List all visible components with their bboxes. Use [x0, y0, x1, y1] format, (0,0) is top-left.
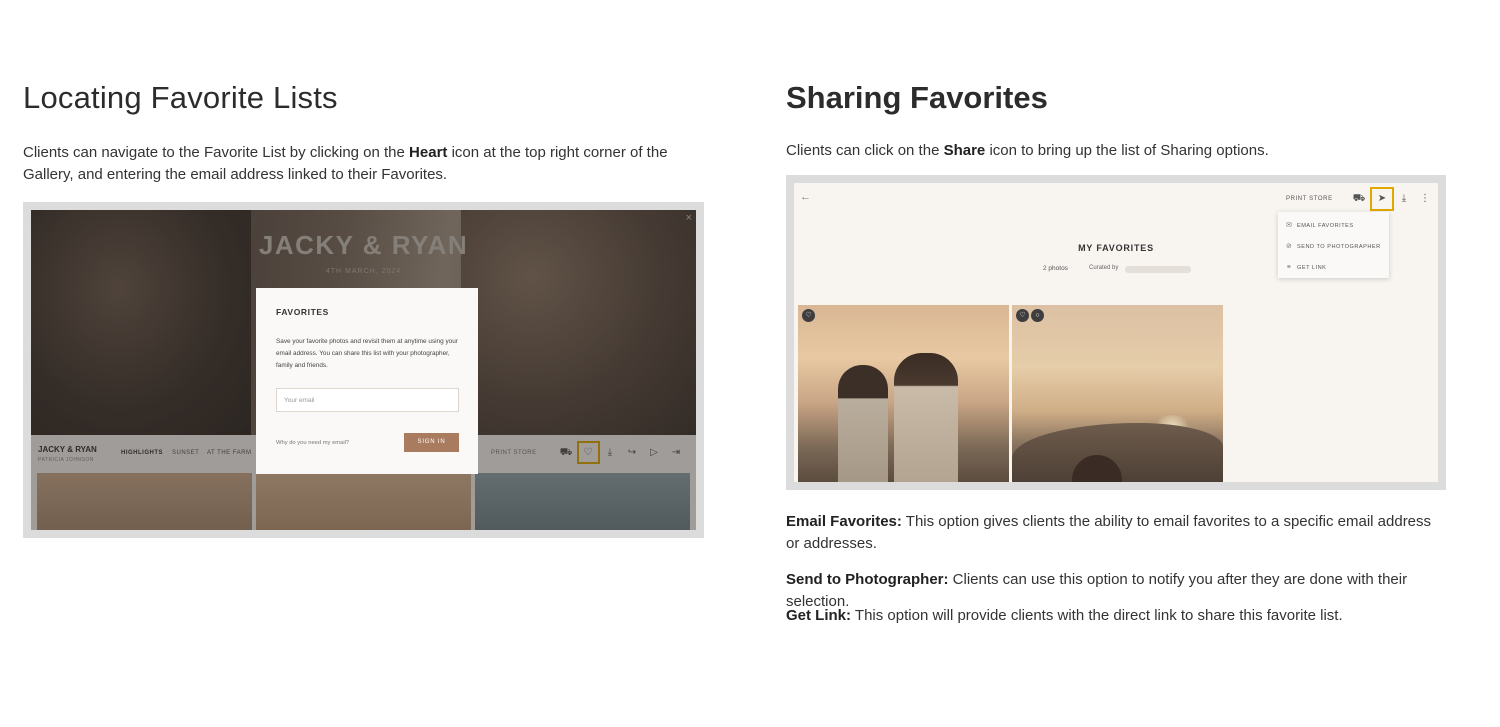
sign-in-button[interactable]: SIGN IN — [404, 433, 459, 452]
comment-icon[interactable]: ○ — [1031, 309, 1044, 322]
menu-item-send-to-photographer[interactable]: ⊘ SEND TO PHOTOGRAPHER — [1286, 242, 1381, 250]
photo-person — [838, 365, 888, 482]
option-email-favorites: Email Favorites: This option gives clien… — [786, 511, 1446, 555]
right-para-text-1: Clients can click on the — [786, 142, 944, 159]
download-icon[interactable]: ⤓ — [1397, 192, 1411, 206]
option-text: This option will provide clients with th… — [851, 607, 1343, 624]
right-heading: Sharing Favorites — [786, 80, 1048, 115]
back-icon[interactable]: ← — [800, 191, 811, 203]
menu-item-label: GET LINK — [1297, 265, 1327, 271]
photo-count: 2 photos — [1043, 265, 1068, 272]
option-label: Get Link: — [786, 607, 852, 624]
favorites-modal: FAVORITES Save your favorite photos and … — [256, 288, 478, 474]
photo-person — [894, 353, 958, 482]
modal-title: FAVORITES — [276, 307, 329, 317]
favorites-signin-screenshot: JACKY & RYAN 4TH MARCH, 2024 × JACKY & R… — [23, 202, 704, 538]
modal-text: Save your favorite photos and revisit th… — [276, 338, 458, 369]
share-dropdown: ✉ EMAIL FAVORITES ⊘ SEND TO PHOTOGRAPHER ⚭… — [1278, 212, 1389, 278]
cart-icon[interactable]: ⛟ — [1352, 192, 1366, 206]
left-para-bold: Heart — [409, 144, 448, 161]
right-para-bold: Share — [943, 142, 986, 159]
heart-icon[interactable]: ♡ — [1016, 309, 1029, 322]
heart-icon[interactable]: ♡ — [802, 309, 815, 322]
why-email-link[interactable]: Why do you need my email? — [276, 440, 349, 446]
curator-email-blurred — [1125, 266, 1191, 273]
menu-item-get-link[interactable]: ⚭ GET LINK — [1286, 263, 1326, 271]
sharing-favorites-screenshot: ← PRINT STORE ⛟ ➤ ⤓ ⋮ MY FAVORITES 2 pho… — [786, 175, 1446, 490]
menu-item-label: SEND TO PHOTOGRAPHER — [1297, 244, 1381, 250]
favorites-page-frame: ← PRINT STORE ⛟ ➤ ⤓ ⋮ MY FAVORITES 2 pho… — [794, 183, 1438, 482]
curated-by-label: Curated by — [1089, 265, 1119, 271]
right-paragraph: Clients can click on the Share icon to b… — [786, 140, 1456, 162]
menu-item-label: EMAIL FAVORITES — [1297, 223, 1354, 229]
option-get-link: Get Link: This option will provide clien… — [786, 605, 1446, 627]
left-section: Locating Favorite Lists Clients can navi… — [23, 78, 713, 186]
right-para-text-2: icon to bring up the list of Sharing opt… — [985, 142, 1269, 159]
option-label: Email Favorites: — [786, 513, 902, 530]
check-circle-icon: ⊘ — [1286, 243, 1293, 250]
more-icon[interactable]: ⋮ — [1418, 192, 1432, 206]
right-section: Sharing Favorites Clients can click on t… — [786, 78, 1456, 162]
email-field[interactable]: Your email — [276, 388, 459, 412]
menu-item-email-favorites[interactable]: ✉ EMAIL FAVORITES — [1286, 221, 1354, 229]
print-store-link[interactable]: PRINT STORE — [1286, 196, 1333, 202]
link-icon: ⚭ — [1286, 264, 1293, 271]
favorite-photo[interactable]: ♡ — [798, 305, 1009, 482]
favorite-photo[interactable]: ♡ ○ — [1012, 305, 1223, 482]
gallery-screenshot-frame: JACKY & RYAN 4TH MARCH, 2024 × JACKY & R… — [31, 210, 696, 530]
share-highlight-box — [1370, 187, 1394, 211]
left-para-text-1: Clients can navigate to the Favorite Lis… — [23, 144, 410, 161]
option-label: Send to Photographer: — [786, 571, 949, 588]
left-heading: Locating Favorite Lists — [23, 80, 338, 115]
left-paragraph: Clients can navigate to the Favorite Lis… — [23, 142, 713, 186]
mail-icon: ✉ — [1286, 222, 1293, 229]
